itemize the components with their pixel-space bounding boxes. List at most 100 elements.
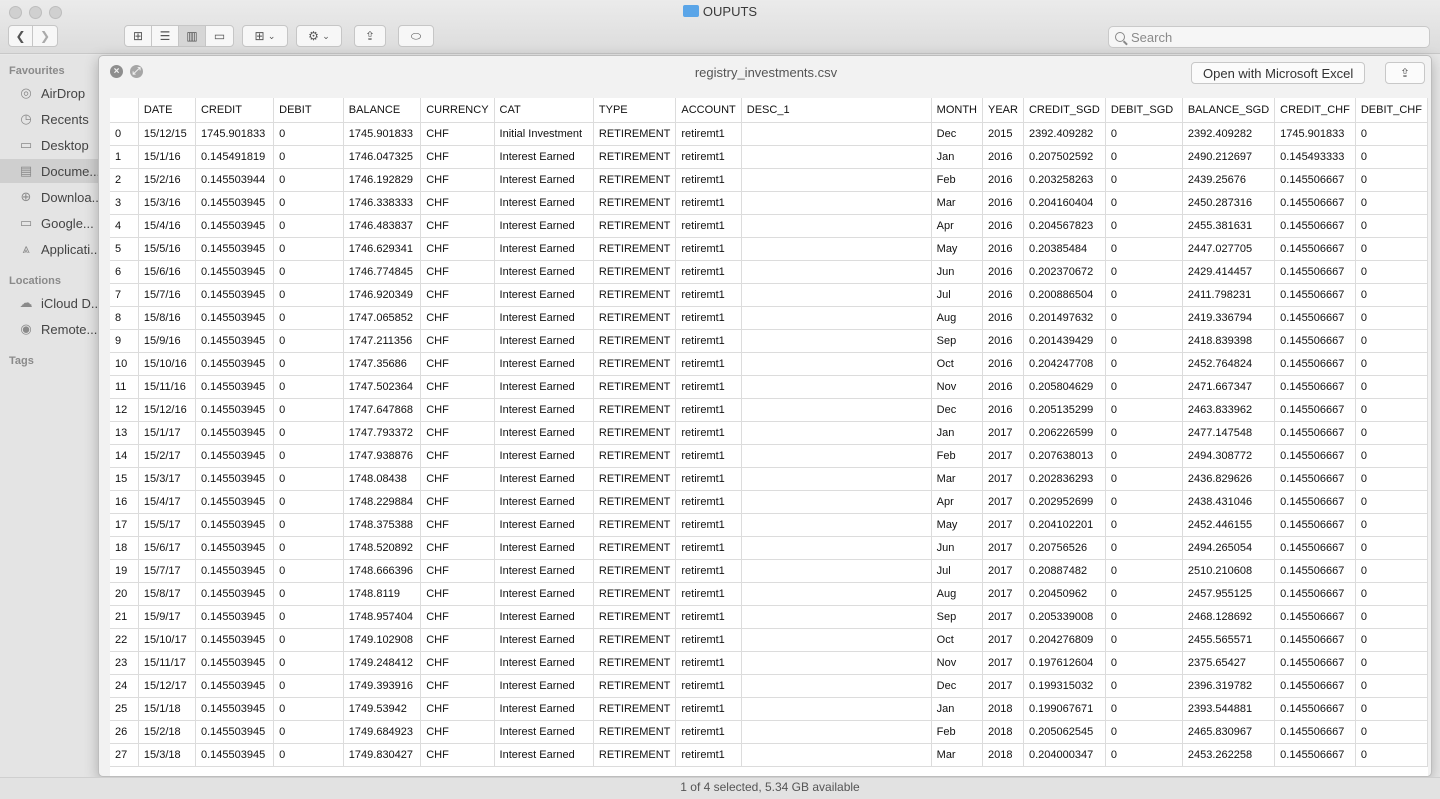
table-cell: Apr bbox=[931, 214, 983, 238]
gallery-view-icon[interactable]: ▭ bbox=[206, 26, 233, 46]
table-cell: Mar bbox=[931, 743, 983, 767]
table-cell: 0 bbox=[273, 398, 344, 422]
sidebar: Favourites Locations Tags ◎ AirDrop ◷ Recen… bbox=[0, 55, 100, 799]
table-cell: 2392.409282 bbox=[1182, 122, 1276, 146]
group-by-button[interactable]: ⊞ ⌄ bbox=[242, 25, 288, 47]
table-cell: 1 bbox=[110, 145, 139, 169]
sidebar-item-folder[interactable]: ▭ Google... bbox=[0, 211, 100, 235]
table-cell: retiremt1 bbox=[675, 214, 742, 238]
table-cell: 0 bbox=[1105, 421, 1183, 445]
sidebar-item-desktop[interactable]: ▭ Desktop bbox=[0, 133, 100, 157]
sidebar-item-downloads[interactable]: ⊕ Downloa... bbox=[0, 185, 100, 209]
icon-view-icon[interactable]: ⊞ bbox=[125, 26, 152, 46]
table-cell: CHF bbox=[420, 283, 495, 307]
table-cell: 11 bbox=[110, 375, 139, 399]
sidebar-item-documents[interactable]: ▤ Docume... bbox=[0, 159, 100, 183]
sidebar-item-label: Recents bbox=[41, 111, 89, 127]
table-row: 7 15/7/16 0.145503945 0 1746.920349 CHF Intere… bbox=[110, 283, 1428, 307]
table-cell: CHF bbox=[420, 513, 495, 537]
table-row: 10 15/10/16 0.145503945 0 1747.35686 CHF Inter… bbox=[110, 352, 1428, 376]
table-cell: CHF bbox=[420, 605, 495, 629]
table-cell: 15 bbox=[110, 467, 139, 491]
table-cell: 2016 bbox=[982, 145, 1024, 169]
table-cell: retiremt1 bbox=[675, 467, 742, 491]
sidebar-item-label: Docume... bbox=[41, 163, 100, 179]
table-cell: 2017 bbox=[982, 421, 1024, 445]
table-cell: RETIREMENT bbox=[593, 651, 677, 675]
back-chevron-icon[interactable]: ❮ bbox=[9, 26, 34, 46]
table-cell: Aug bbox=[931, 306, 983, 330]
table-cell: 0 bbox=[273, 628, 344, 652]
table-cell: 0.145506667 bbox=[1274, 559, 1356, 583]
table-cell: 2436.829626 bbox=[1182, 467, 1276, 491]
table-cell: CHF bbox=[420, 490, 495, 514]
table-cell: Jan bbox=[931, 145, 983, 169]
table-cell: RETIREMENT bbox=[593, 214, 677, 238]
table-cell: 14 bbox=[110, 444, 139, 468]
column-header: DATE bbox=[138, 98, 196, 123]
table-cell: Interest Earned bbox=[494, 444, 594, 468]
table-cell: 0.145506667 bbox=[1274, 628, 1356, 652]
table-cell: 1746.774845 bbox=[343, 260, 422, 284]
icloud-icon: ☁ bbox=[19, 295, 33, 310]
table-cell: 2463.833962 bbox=[1182, 398, 1276, 422]
open-with-excel-button[interactable]: Open with Microsoft Excel bbox=[1191, 62, 1366, 84]
column-view-icon[interactable]: ▥ bbox=[179, 26, 206, 46]
sidebar-item-icloud[interactable]: ☁ iCloud D... bbox=[0, 291, 101, 315]
table-cell: Interest Earned bbox=[494, 398, 594, 422]
table-cell: 0.145503945 bbox=[195, 674, 275, 698]
table-cell: 2396.319782 bbox=[1182, 674, 1276, 698]
csv-preview[interactable]: DATE CREDIT DEBIT BALANCE CURRENCY CAT TYPE ACC… bbox=[110, 98, 1428, 776]
sidebar-item-label: Desktop bbox=[41, 137, 89, 153]
table-cell: CHF bbox=[420, 352, 495, 376]
list-view-icon[interactable]: ☰ bbox=[152, 26, 179, 46]
search-input[interactable] bbox=[1131, 29, 1411, 45]
forward-chevron-icon[interactable]: ❯ bbox=[33, 26, 57, 46]
table-cell: retiremt1 bbox=[675, 605, 742, 629]
table-row: 17 15/5/17 0.145503945 0 1748.375388 CHF Inter… bbox=[110, 513, 1428, 537]
table-cell: retiremt1 bbox=[675, 628, 742, 652]
table-cell: 0.20450962 bbox=[1023, 582, 1106, 606]
table-cell: 5 bbox=[110, 237, 139, 261]
table-cell: 0.145503945 bbox=[195, 559, 275, 583]
column-header: BALANCE_SGD bbox=[1182, 98, 1276, 123]
table-cell: 2017 bbox=[982, 490, 1024, 514]
table-cell: Apr bbox=[931, 490, 983, 514]
table-cell: 1748.666396 bbox=[343, 559, 422, 583]
table-cell: 1747.647868 bbox=[343, 398, 422, 422]
action-button[interactable]: ⚙ ⌄ bbox=[296, 25, 342, 47]
table-cell bbox=[741, 260, 932, 284]
table-cell: 0 bbox=[1105, 582, 1183, 606]
table-cell: 0.145506667 bbox=[1274, 398, 1356, 422]
table-cell: RETIREMENT bbox=[593, 306, 677, 330]
sidebar-item-applications[interactable]: ⩓ Applicati... bbox=[0, 237, 100, 261]
table-cell: 9 bbox=[110, 329, 139, 353]
table-cell: Sep bbox=[931, 605, 983, 629]
table-cell: Interest Earned bbox=[494, 352, 594, 376]
table-cell bbox=[741, 352, 932, 376]
sidebar-item-recents[interactable]: ◷ Recents bbox=[0, 107, 100, 131]
sidebar-item-remote-disc[interactable]: ◉ Remote... bbox=[0, 317, 100, 341]
table-cell: RETIREMENT bbox=[593, 283, 677, 307]
share-button[interactable]: ⇪ bbox=[354, 25, 386, 47]
table-cell: RETIREMENT bbox=[593, 375, 677, 399]
table-cell: retiremt1 bbox=[675, 421, 742, 445]
table-cell: 0 bbox=[273, 605, 344, 629]
share-icon[interactable]: ⇪ bbox=[1385, 62, 1425, 84]
window-title-text: OUPUTS bbox=[702, 4, 758, 19]
search-field[interactable] bbox=[1108, 26, 1430, 48]
column-header: DEBIT bbox=[273, 98, 344, 123]
table-cell: Interest Earned bbox=[494, 191, 594, 215]
table-cell: Feb bbox=[931, 168, 983, 192]
table-cell: 0 bbox=[273, 214, 344, 238]
table-cell: May bbox=[931, 513, 983, 537]
table-row: 3 15/3/16 0.145503945 0 1746.338333 CHF Intere… bbox=[110, 191, 1428, 215]
tags-button[interactable]: ⬭ bbox=[398, 25, 434, 47]
table-cell: 1746.192829 bbox=[343, 168, 422, 192]
table-cell: 16 bbox=[110, 490, 139, 514]
sidebar-item-airdrop[interactable]: ◎ AirDrop bbox=[0, 81, 100, 105]
table-cell: 2016 bbox=[982, 237, 1024, 261]
table-cell bbox=[741, 122, 932, 146]
table-cell: Jun bbox=[931, 536, 983, 560]
table-cell: CHF bbox=[420, 582, 495, 606]
